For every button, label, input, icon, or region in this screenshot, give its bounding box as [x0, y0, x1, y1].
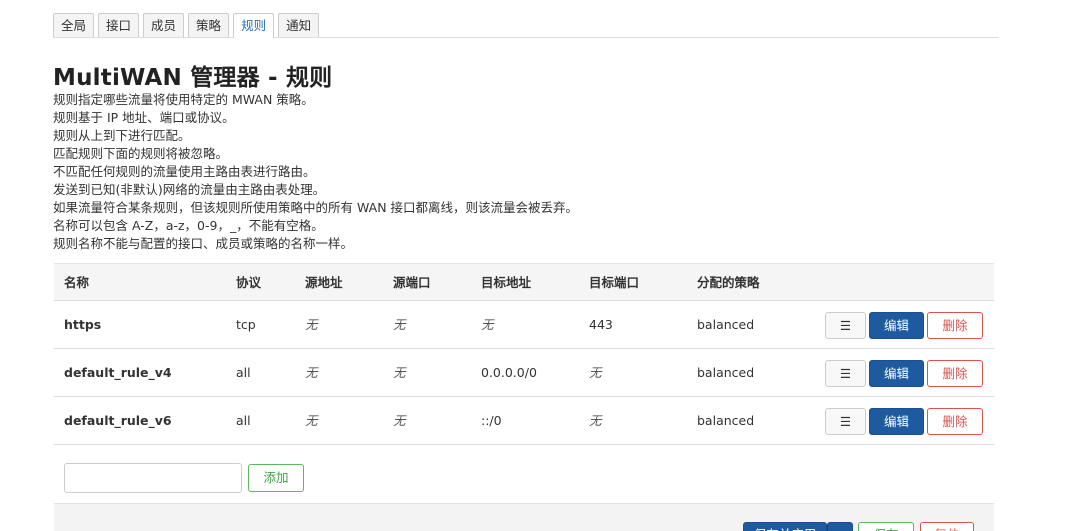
header-source-address: 源地址 [305, 275, 343, 290]
rule-source-address: 无 [305, 317, 318, 332]
rule-source-port: 无 [393, 317, 406, 332]
tab-global[interactable]: 全局 [53, 13, 95, 37]
edit-button[interactable]: 编辑 [869, 312, 924, 339]
table-row: https tcp 无 无 无 443 balanced ☰ 编辑 删除 [54, 301, 994, 349]
rule-protocol: all [236, 365, 251, 380]
save-apply-dropdown-button[interactable] [827, 522, 853, 531]
page-actions-bar: 保存并应用 保存 复位 [54, 503, 994, 531]
rule-policy: balanced [697, 413, 755, 428]
delete-button[interactable]: 删除 [927, 408, 983, 435]
page: 全局 接口 成员 策略 规则 通知 MultiWAN 管理器 - 规则 规则指定… [0, 0, 1066, 531]
rule-dest-address: 0.0.0.0/0 [481, 365, 537, 380]
rule-dest-port: 无 [589, 413, 602, 428]
tab-notify[interactable]: 通知 [278, 13, 320, 37]
header-name: 名称 [64, 275, 90, 290]
reset-button[interactable]: 复位 [920, 522, 974, 531]
tab-members[interactable]: 成员 [143, 13, 185, 37]
drag-handle-button[interactable]: ☰ [825, 408, 866, 435]
table-row: default_rule_v4 all 无 无 0.0.0.0/0 无 bala… [54, 349, 994, 397]
save-apply-button[interactable]: 保存并应用 [743, 522, 827, 531]
tab-policies[interactable]: 策略 [188, 13, 230, 37]
description-line: 名称可以包含 A-Z，a-z，0-9，_，不能有空格。 [53, 218, 324, 233]
rules-table: 名称 协议 源地址 源端口 目标地址 目标端口 分配的策略 https tcp … [54, 263, 994, 445]
rule-policy: balanced [697, 365, 755, 380]
table-header: 名称 协议 源地址 源端口 目标地址 目标端口 分配的策略 [54, 263, 994, 301]
tab-interfaces[interactable]: 接口 [98, 13, 140, 37]
rule-dest-address: 无 [481, 317, 494, 332]
rule-source-address: 无 [305, 413, 318, 428]
description-line: 匹配规则下面的规则将被忽略。 [53, 146, 229, 161]
description-line: 规则指定哪些流量将使用特定的 MWAN 策略。 [53, 92, 314, 107]
rule-name: default_rule_v6 [64, 413, 172, 428]
rule-protocol: all [236, 413, 251, 428]
rule-policy: balanced [697, 317, 755, 332]
row-actions: ☰ 编辑 删除 [825, 360, 986, 387]
rule-dest-port: 443 [589, 317, 613, 332]
rule-protocol: tcp [236, 317, 256, 332]
rule-dest-port: 无 [589, 365, 602, 380]
table-row: default_rule_v6 all 无 无 ::/0 无 balanced … [54, 397, 994, 445]
row-actions: ☰ 编辑 删除 [825, 408, 986, 435]
header-dest-port: 目标端口 [589, 275, 640, 290]
rule-source-port: 无 [393, 413, 406, 428]
new-rule-name-input[interactable] [64, 463, 242, 493]
description-line: 规则从上到下进行匹配。 [53, 128, 191, 143]
description-line: 规则名称不能与配置的接口、成员或策略的名称一样。 [53, 236, 354, 251]
rule-dest-address: ::/0 [481, 413, 502, 428]
header-dest-address: 目标地址 [481, 275, 532, 290]
drag-handle-button[interactable]: ☰ [825, 312, 866, 339]
delete-button[interactable]: 删除 [927, 312, 983, 339]
rule-source-port: 无 [393, 365, 406, 380]
save-button[interactable]: 保存 [858, 522, 914, 531]
description-line: 发送到已知(非默认)网络的流量由主路由表处理。 [53, 182, 326, 197]
rule-source-address: 无 [305, 365, 318, 380]
delete-button[interactable]: 删除 [927, 360, 983, 387]
add-rule-button[interactable]: 添加 [248, 464, 304, 492]
header-policy: 分配的策略 [697, 275, 760, 290]
tab-bar: 全局 接口 成员 策略 规则 通知 [53, 13, 999, 38]
header-protocol: 协议 [236, 275, 262, 290]
row-actions: ☰ 编辑 删除 [825, 312, 986, 339]
rule-name: https [64, 317, 102, 332]
description-line: 不匹配任何规则的流量使用主路由表进行路由。 [53, 164, 316, 179]
page-description: 规则指定哪些流量将使用特定的 MWAN 策略。 规则基于 IP 地址、端口或协议… [53, 91, 1013, 253]
header-source-port: 源端口 [393, 275, 431, 290]
page-title: MultiWAN 管理器 - 规则 [53, 65, 333, 91]
description-line: 如果流量符合某条规则，但该规则所使用策略中的所有 WAN 接口都离线，则该流量会… [53, 200, 579, 215]
edit-button[interactable]: 编辑 [869, 360, 924, 387]
rule-name: default_rule_v4 [64, 365, 172, 380]
drag-handle-button[interactable]: ☰ [825, 360, 866, 387]
edit-button[interactable]: 编辑 [869, 408, 924, 435]
description-line: 规则基于 IP 地址、端口或协议。 [53, 110, 235, 125]
tab-rules[interactable]: 规则 [233, 13, 275, 38]
